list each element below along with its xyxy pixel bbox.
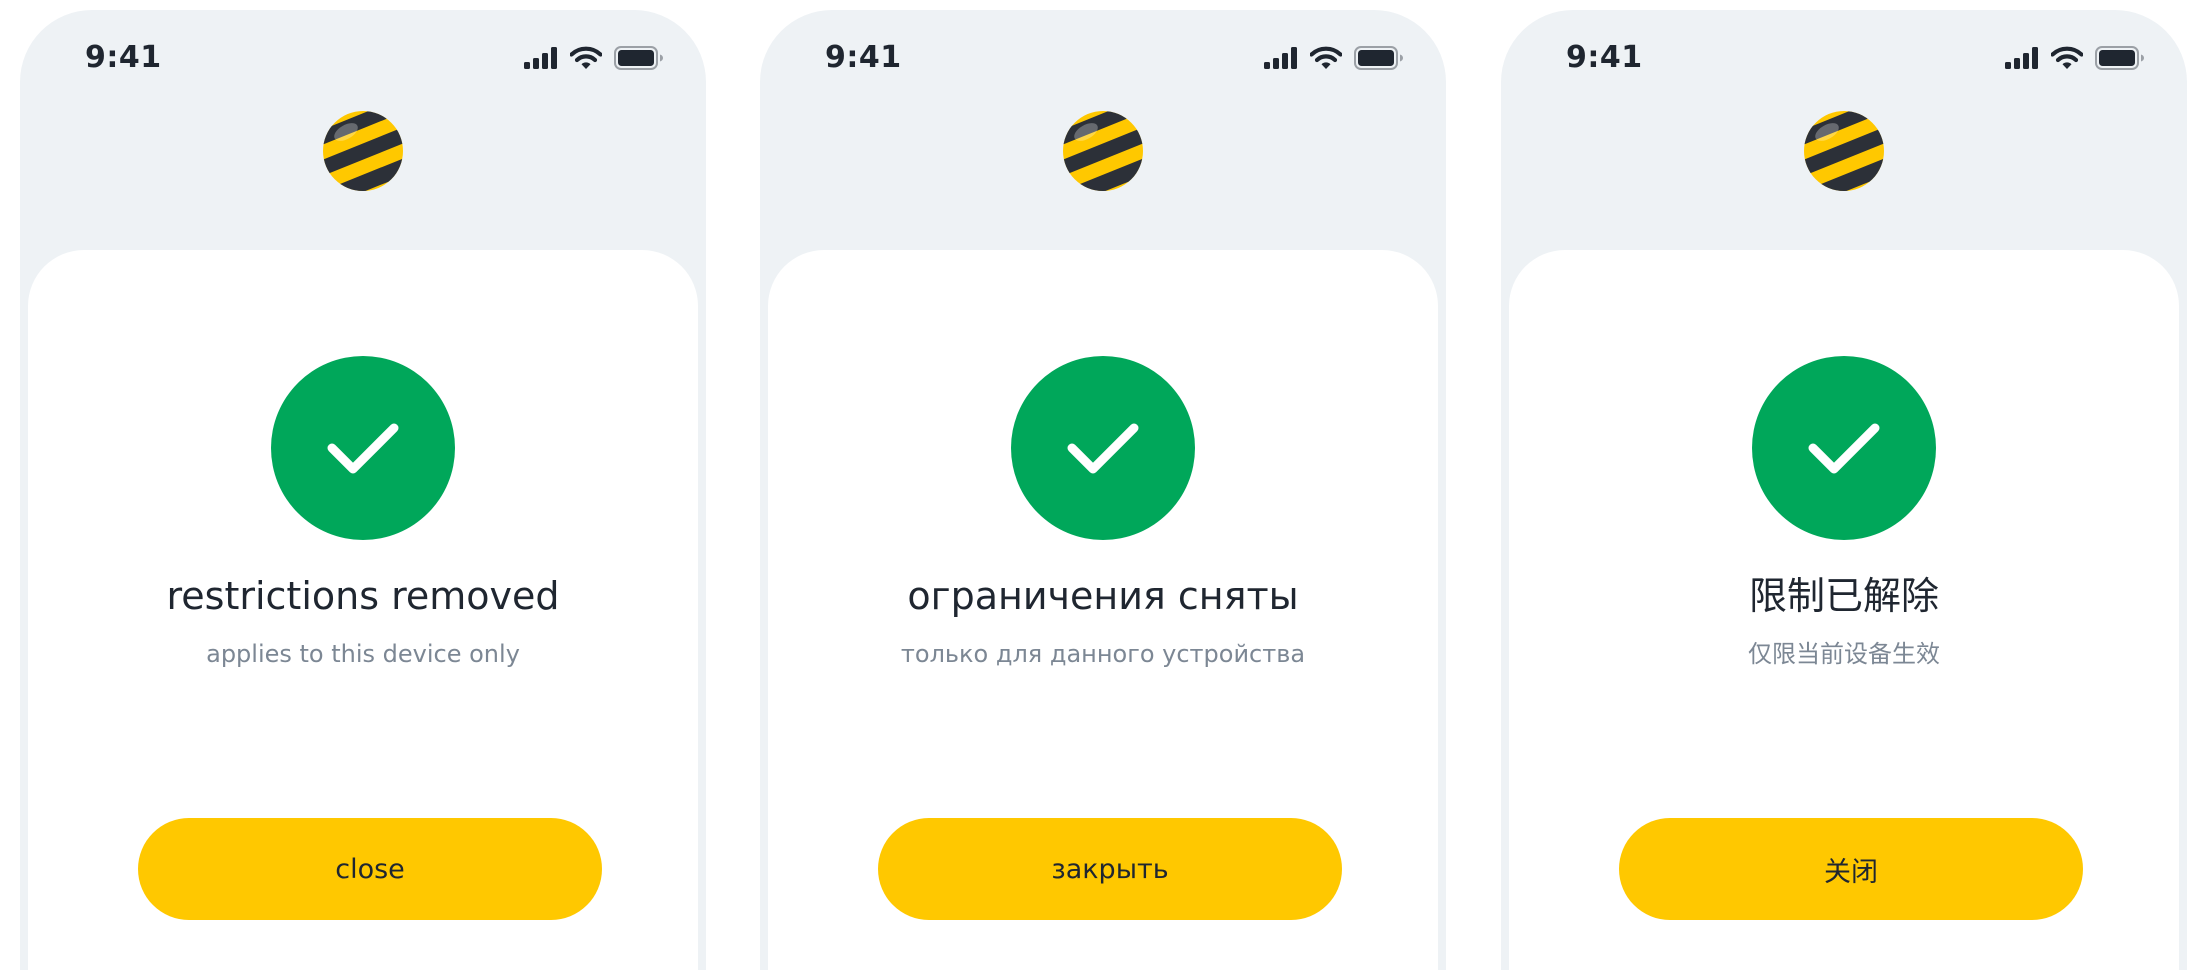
cellular-signal-icon [1264, 47, 1298, 69]
status-subtitle: 仅限当前设备生效 [1748, 640, 1940, 668]
status-time: 9:41 [1566, 40, 1643, 75]
status-time: 9:41 [825, 40, 902, 75]
phone-screen: 9:41 [1501, 10, 2187, 970]
checkmark-icon [1808, 423, 1880, 474]
cellular-signal-icon [524, 47, 558, 69]
checkmark-icon [1067, 423, 1139, 474]
beeline-logo [322, 110, 404, 192]
success-badge [271, 356, 455, 540]
wifi-icon [1310, 46, 1342, 70]
wifi-icon [2051, 46, 2083, 70]
status-icons [2005, 44, 2145, 72]
wifi-icon [570, 46, 602, 70]
result-card: restrictions removed applies to this dev… [28, 250, 698, 970]
status-subtitle: только для данного устройства [900, 640, 1306, 668]
checkmark-icon [327, 423, 399, 474]
status-bar: 9:41 [760, 10, 1446, 110]
status-icons [1264, 44, 1404, 72]
status-bar: 9:41 [20, 10, 706, 110]
battery-icon [614, 46, 664, 70]
close-button[interactable]: закрыть [878, 818, 1342, 920]
status-bar: 9:41 [1501, 10, 2187, 110]
status-title: 限制已解除 [1748, 574, 1939, 618]
beeline-logo [1803, 110, 1885, 192]
result-card: 限制已解除 仅限当前设备生效 关闭 [1509, 250, 2179, 970]
phone-screen: 9:41 [20, 10, 706, 970]
battery-icon [2095, 46, 2145, 70]
status-title: restrictions removed [166, 574, 560, 618]
status-title: ограничения сняты [907, 574, 1299, 618]
battery-icon [1354, 46, 1404, 70]
result-card: ограничения сняты только для данного уст… [768, 250, 1438, 970]
close-button[interactable]: close [138, 818, 602, 920]
beeline-logo [1062, 110, 1144, 192]
success-badge [1011, 356, 1195, 540]
phone-screen: 9:41 [760, 10, 1446, 970]
cellular-signal-icon [2005, 47, 2039, 69]
status-subtitle: applies to this device only [206, 640, 520, 668]
status-icons [524, 44, 664, 72]
close-button[interactable]: 关闭 [1619, 818, 2083, 920]
status-time: 9:41 [85, 40, 162, 75]
success-badge [1752, 356, 1936, 540]
